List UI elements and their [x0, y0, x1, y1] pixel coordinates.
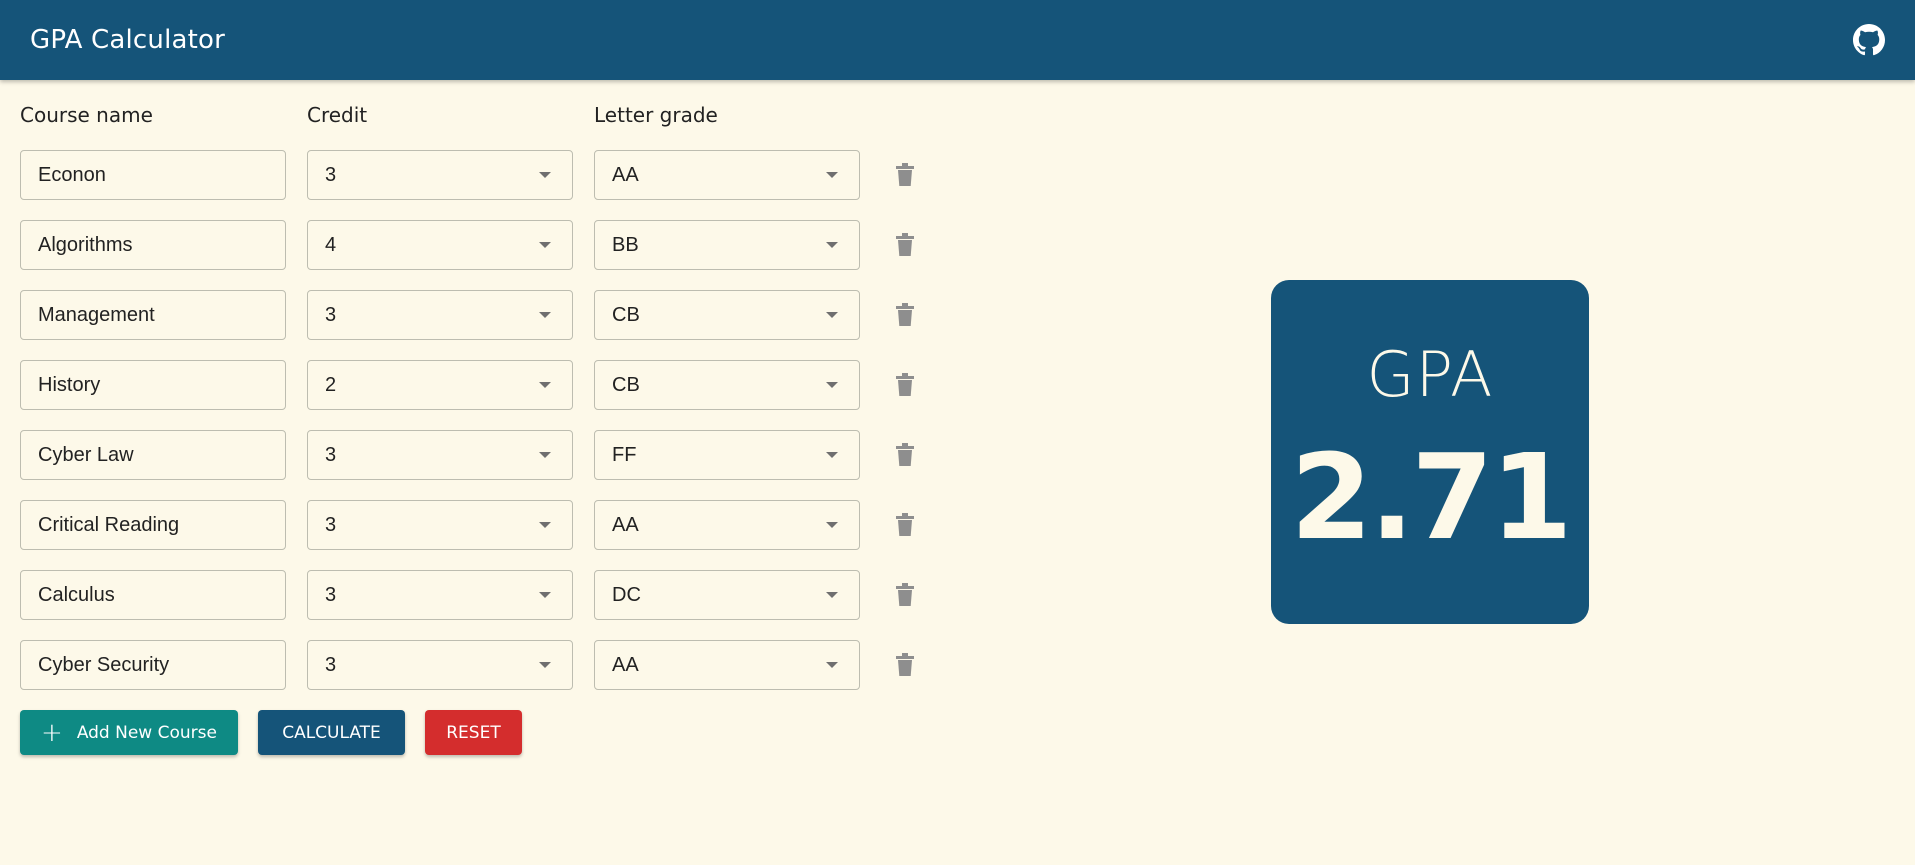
course-name-input[interactable]: Cyber Security: [20, 640, 286, 690]
add-course-label: Add New Course: [76, 722, 217, 743]
gpa-value: 2.71: [1290, 428, 1572, 566]
caret-down-icon: [826, 592, 838, 598]
credit-select[interactable]: 2: [307, 360, 573, 410]
course-row: History 2 CB: [20, 360, 940, 410]
caret-down-icon: [539, 172, 551, 178]
delete-icon[interactable]: [895, 373, 915, 397]
caret-down-icon: [539, 662, 551, 668]
credit-select[interactable]: 3: [307, 570, 573, 620]
credit-select[interactable]: 3: [307, 430, 573, 480]
caret-down-icon: [539, 382, 551, 388]
course-name-input[interactable]: Econon: [20, 150, 286, 200]
caret-down-icon: [826, 662, 838, 668]
caret-down-icon: [539, 242, 551, 248]
calculate-label: CALCULATE: [282, 722, 381, 743]
course-name-input[interactable]: History: [20, 360, 286, 410]
course-name-input[interactable]: Algorithms: [20, 220, 286, 270]
caret-down-icon: [539, 452, 551, 458]
course-row: Algorithms 4 BB: [20, 220, 940, 270]
delete-icon[interactable]: [895, 303, 915, 327]
delete-icon[interactable]: [895, 653, 915, 677]
course-row: Management 3 CB: [20, 290, 940, 340]
course-row: Cyber Security 3 AA: [20, 640, 940, 690]
course-row: Critical Reading 3 AA: [20, 500, 940, 550]
course-row: Calculus 3 DC: [20, 570, 940, 620]
grade-select[interactable]: AA: [594, 500, 860, 550]
caret-down-icon: [826, 522, 838, 528]
grade-select[interactable]: CB: [594, 290, 860, 340]
grade-select[interactable]: AA: [594, 150, 860, 200]
credit-header: Credit: [307, 103, 368, 127]
delete-icon[interactable]: [895, 163, 915, 187]
course-name-input[interactable]: Management: [20, 290, 286, 340]
course-row: Econon 3 AA: [20, 150, 940, 200]
grade-select[interactable]: DC: [594, 570, 860, 620]
caret-down-icon: [826, 312, 838, 318]
reset-button[interactable]: RESET: [425, 710, 522, 755]
grade-select[interactable]: AA: [594, 640, 860, 690]
course-row: Cyber Law 3 FF: [20, 430, 940, 480]
grade-select[interactable]: CB: [594, 360, 860, 410]
course-name-input[interactable]: Calculus: [20, 570, 286, 620]
grade-select[interactable]: BB: [594, 220, 860, 270]
plus-icon: +: [41, 717, 63, 748]
credit-select[interactable]: 3: [307, 500, 573, 550]
credit-select[interactable]: 4: [307, 220, 573, 270]
gpa-label: GPA: [1366, 338, 1494, 411]
calculate-button[interactable]: CALCULATE: [258, 710, 405, 755]
delete-icon[interactable]: [895, 443, 915, 467]
caret-down-icon: [539, 592, 551, 598]
grade-select[interactable]: FF: [594, 430, 860, 480]
caret-down-icon: [826, 242, 838, 248]
caret-down-icon: [539, 522, 551, 528]
caret-down-icon: [826, 452, 838, 458]
caret-down-icon: [826, 382, 838, 388]
credit-select[interactable]: 3: [307, 640, 573, 690]
gpa-result-card: GPA 2.71: [1271, 280, 1589, 624]
course-name-input[interactable]: Critical Reading: [20, 500, 286, 550]
credit-select[interactable]: 3: [307, 150, 573, 200]
app-bar: GPA Calculator: [0, 0, 1915, 80]
delete-icon[interactable]: [895, 233, 915, 257]
delete-icon[interactable]: [895, 513, 915, 537]
caret-down-icon: [539, 312, 551, 318]
course-name-header: Course name: [20, 103, 153, 127]
letter-grade-header: Letter grade: [594, 103, 718, 127]
app-title: GPA Calculator: [30, 25, 226, 55]
caret-down-icon: [826, 172, 838, 178]
credit-select[interactable]: 3: [307, 290, 573, 340]
delete-icon[interactable]: [895, 583, 915, 607]
course-name-input[interactable]: Cyber Law: [20, 430, 286, 480]
github-icon[interactable]: [1853, 24, 1885, 56]
reset-label: RESET: [446, 722, 501, 743]
add-course-button[interactable]: + Add New Course: [20, 710, 238, 755]
